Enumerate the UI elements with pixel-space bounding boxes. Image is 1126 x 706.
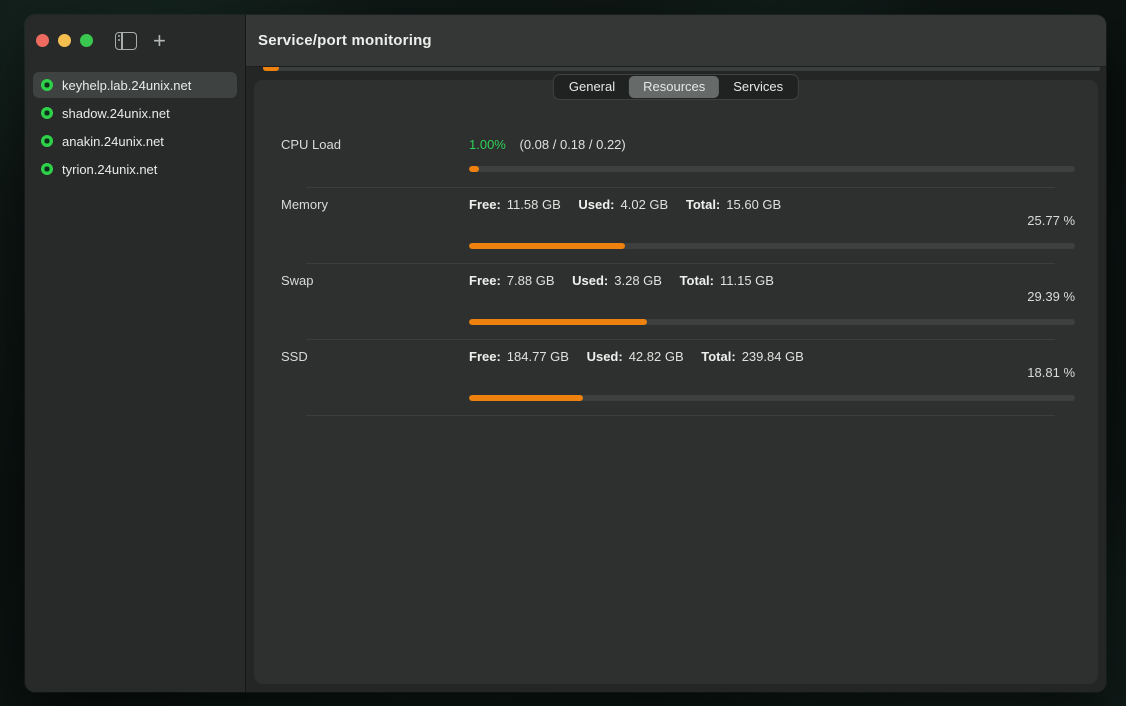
used-label: Used: (587, 349, 623, 364)
cpu-load-progress-fill (469, 166, 479, 172)
free-label: Free: (469, 349, 501, 364)
server-list: keyhelp.lab.24unix.net shadow.24unix.net… (25, 66, 245, 182)
sidebar-item-anakin[interactable]: anakin.24unix.net (33, 128, 237, 154)
app-window: + keyhelp.lab.24unix.net shadow.24unix.n… (25, 15, 1106, 692)
server-name: shadow.24unix.net (62, 106, 170, 121)
cpu-load-percent: 1.00% (469, 137, 506, 152)
used-value: 3.28 GB (614, 273, 662, 288)
free-value: 7.88 GB (507, 273, 555, 288)
free-value: 11.58 GB (507, 197, 561, 212)
zoom-button[interactable] (80, 34, 93, 47)
total-value: 11.15 GB (720, 273, 774, 288)
used-value: 42.82 GB (629, 349, 684, 364)
used-label: Used: (578, 197, 614, 212)
server-name: anakin.24unix.net (62, 134, 164, 149)
total-value: 239.84 GB (742, 349, 804, 364)
sidebar-item-keyhelp[interactable]: keyhelp.lab.24unix.net (33, 72, 237, 98)
swap-row: Swap Free: 7.88 GB Used: 3.28 GB Total: 11.… (281, 264, 1075, 339)
main-panel: Service/port monitoring General Resource… (246, 15, 1106, 692)
server-status-online-icon (41, 107, 53, 119)
total-label: Total: (686, 197, 720, 212)
content-area: General Resources Services CPU Load 1.00… (246, 67, 1106, 692)
ssd-row: SSD Free: 184.77 GB Used: 42.82 GB Total: 2… (281, 340, 1075, 415)
sidebar-item-tyrion[interactable]: tyrion.24unix.net (33, 156, 237, 182)
server-status-online-icon (41, 163, 53, 175)
total-label: Total: (701, 349, 735, 364)
total-label: Total: (680, 273, 714, 288)
cpu-load-progressbar (469, 166, 1075, 172)
ssd-label: SSD (281, 349, 469, 401)
sidebar-item-shadow[interactable]: shadow.24unix.net (33, 100, 237, 126)
used-value: 4.02 GB (621, 197, 669, 212)
toggle-sidebar-icon[interactable] (115, 32, 137, 50)
ssd-progress-fill (469, 395, 583, 401)
free-label: Free: (469, 273, 501, 288)
tab-services[interactable]: Services (719, 76, 797, 98)
swap-progressbar (469, 319, 1075, 325)
server-status-online-icon (41, 79, 53, 91)
total-value: 15.60 GB (726, 197, 781, 212)
used-label: Used: (572, 273, 608, 288)
free-value: 184.77 GB (507, 349, 569, 364)
minimize-button[interactable] (58, 34, 71, 47)
memory-row: Memory Free: 11.58 GB Used: 4.02 GB Total:… (281, 188, 1075, 263)
scrolled-progress-fill (263, 67, 279, 71)
cpu-load-values: 1.00% (0.08 / 0.18 / 0.22) (469, 137, 1075, 153)
swap-percent: 29.39 % (469, 289, 1075, 305)
sidebar-toolbar: + (115, 32, 166, 50)
traffic-lights (36, 34, 93, 47)
swap-label: Swap (281, 273, 469, 325)
swap-progress-fill (469, 319, 647, 325)
add-server-icon[interactable]: + (153, 32, 166, 50)
title-bar: Service/port monitoring (246, 15, 1106, 67)
resources-group-box: CPU Load 1.00% (0.08 / 0.18 / 0.22) (254, 80, 1098, 684)
sidebar: + keyhelp.lab.24unix.net shadow.24unix.n… (25, 15, 246, 692)
swap-values: Free: 7.88 GB Used: 3.28 GB Total: 11.15 GB (469, 273, 1075, 289)
memory-progress-fill (469, 243, 625, 249)
server-name: keyhelp.lab.24unix.net (62, 78, 191, 93)
server-name: tyrion.24unix.net (62, 162, 157, 177)
ssd-progressbar (469, 395, 1075, 401)
scrolled-progress-bar (263, 67, 1100, 71)
sidebar-header: + (25, 15, 245, 66)
row-divider (306, 415, 1055, 416)
memory-percent: 25.77 % (469, 213, 1075, 229)
tab-general[interactable]: General (555, 76, 629, 98)
memory-label: Memory (281, 197, 469, 249)
tab-bar: General Resources Services (553, 74, 799, 100)
ssd-percent: 18.81 % (469, 365, 1075, 381)
page-title: Service/port monitoring (258, 32, 432, 49)
close-button[interactable] (36, 34, 49, 47)
server-status-online-icon (41, 135, 53, 147)
ssd-values: Free: 184.77 GB Used: 42.82 GB Total: 239.8… (469, 349, 1075, 365)
memory-values: Free: 11.58 GB Used: 4.02 GB Total: 15.60 G… (469, 197, 1075, 213)
free-label: Free: (469, 197, 501, 212)
desktop-wallpaper: + keyhelp.lab.24unix.net shadow.24unix.n… (0, 0, 1126, 706)
cpu-load-averages: (0.08 / 0.18 / 0.22) (520, 137, 626, 152)
cpu-load-label: CPU Load (281, 137, 469, 172)
tab-resources[interactable]: Resources (629, 76, 719, 98)
memory-progressbar (469, 243, 1075, 249)
